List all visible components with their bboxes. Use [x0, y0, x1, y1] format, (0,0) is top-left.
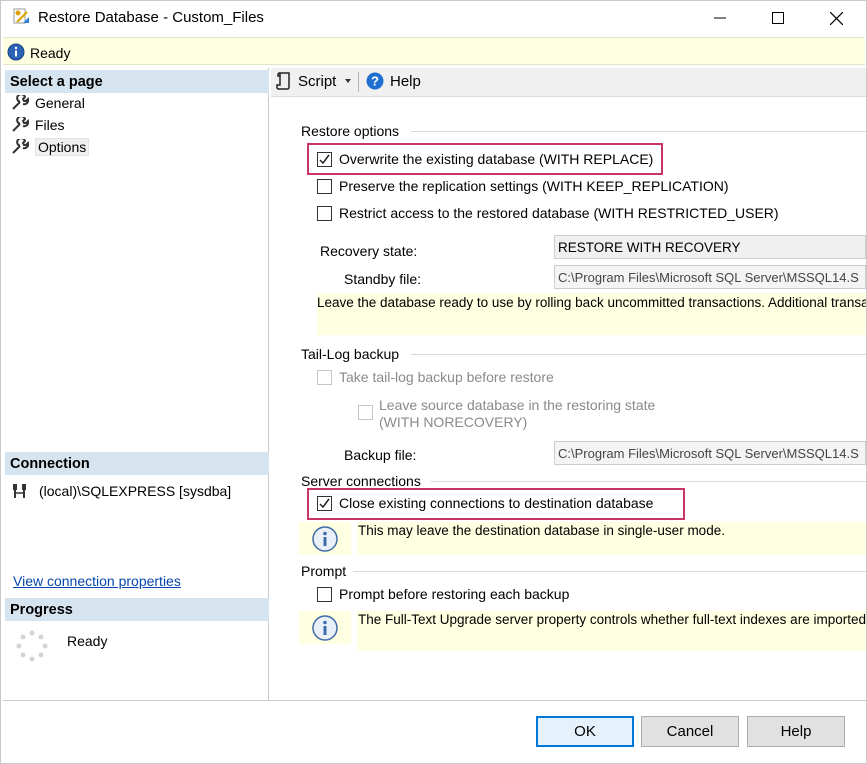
restore-database-window: Restore Database - Custom_Files Ready Se… — [0, 0, 867, 764]
restore-options-title: Restore options — [301, 123, 400, 139]
overwrite-checkbox[interactable]: Overwrite the existing database (WITH RE… — [317, 151, 653, 167]
script-label: Script — [298, 72, 337, 90]
standby-file-field[interactable]: C:\Program Files\Microsoft SQL Server\MS… — [554, 265, 866, 289]
checkbox-box[interactable] — [317, 178, 332, 194]
status-text: Ready — [30, 45, 71, 61]
page-item-label: General — [35, 95, 85, 111]
checkbox-label: Take tail-log backup before restore — [339, 369, 554, 385]
minimize-button[interactable] — [691, 1, 749, 35]
spinner-icon — [16, 630, 48, 662]
restore-database-icon — [13, 8, 29, 24]
checkmark-icon — [319, 154, 330, 164]
checkbox-label: Preserve the replication settings (WITH … — [339, 178, 729, 194]
group-divider — [353, 571, 866, 572]
tail-log-title: Tail-Log backup — [301, 346, 400, 362]
footer-divider — [3, 700, 866, 701]
close-button[interactable] — [807, 1, 865, 35]
checkbox-box[interactable] — [317, 495, 332, 511]
server-connections-note: This may leave the destination database … — [357, 522, 866, 555]
wrench-icon — [12, 117, 29, 132]
backup-file-field[interactable]: C:\Program Files\Microsoft SQL Server\MS… — [554, 441, 866, 465]
select-page-header: Select a page — [5, 70, 269, 93]
leave-source-checkbox[interactable] — [358, 405, 373, 420]
toolbar: Script ? Help — [271, 68, 866, 97]
backup-file-label: Backup file: — [344, 447, 417, 463]
maximize-button[interactable] — [749, 1, 807, 35]
info-icon — [312, 614, 338, 641]
view-connection-properties-link[interactable]: View connection properties — [13, 573, 181, 589]
checkbox-label: Prompt before restoring each backup — [339, 586, 570, 602]
group-divider — [431, 481, 866, 482]
recovery-note: Leave the database ready to use by rolli… — [317, 293, 866, 335]
wrench-icon — [12, 139, 29, 154]
prompt-title: Prompt — [301, 563, 347, 579]
leave-source-label: Leave source database in the restoring s… — [379, 397, 655, 431]
leave-source-line2: (WITH NORECOVERY) — [379, 414, 528, 430]
cancel-button[interactable]: Cancel — [641, 716, 739, 747]
take-tail-log-checkbox[interactable]: Take tail-log backup before restore — [317, 369, 554, 385]
group-divider — [411, 131, 866, 132]
minimize-icon — [714, 17, 726, 19]
close-icon — [829, 11, 843, 25]
page-item-files[interactable]: Files — [11, 115, 65, 135]
server-note-icon-box — [299, 522, 351, 555]
checkbox-label: Close existing connections to destinatio… — [339, 495, 654, 511]
prompt-note-icon-box — [299, 611, 351, 644]
page-item-options[interactable]: Options — [11, 137, 90, 157]
checkbox-box[interactable] — [317, 205, 332, 221]
checkmark-icon — [319, 498, 330, 508]
group-divider — [411, 354, 866, 355]
page-item-general[interactable]: General — [11, 93, 85, 113]
wrench-icon — [12, 95, 29, 110]
info-icon — [312, 525, 338, 552]
checkbox-label: Restrict access to the restored database… — [339, 205, 779, 221]
restrict-access-checkbox[interactable]: Restrict access to the restored database… — [317, 205, 779, 221]
status-bar: Ready — [3, 37, 865, 65]
checkbox-box[interactable] — [317, 586, 332, 602]
page-item-label: Options — [35, 138, 90, 156]
prompt-before-restore-checkbox[interactable]: Prompt before restoring each backup — [317, 586, 569, 602]
server-connections-title: Server connections — [301, 473, 421, 489]
script-button[interactable]: Script — [276, 72, 336, 90]
checkbox-box[interactable] — [317, 151, 332, 167]
standby-file-label: Standby file: — [344, 271, 422, 287]
script-dropdown-arrow-icon[interactable] — [345, 79, 351, 83]
close-connections-checkbox[interactable]: Close existing connections to destinatio… — [317, 495, 653, 511]
prompt-note: The Full-Text Upgrade server property co… — [357, 611, 866, 651]
checkbox-label: Overwrite the existing database (WITH RE… — [339, 151, 654, 167]
recovery-state-select[interactable]: RESTORE WITH RECOVERY — [554, 235, 866, 259]
help-label: Help — [390, 72, 421, 90]
left-panel: Select a page General Files Options Conn… — [3, 68, 269, 700]
leave-source-line1: Leave source database in the restoring s… — [379, 397, 656, 413]
script-icon — [276, 72, 290, 90]
help-icon: ? — [366, 72, 384, 90]
maximize-icon — [772, 12, 784, 24]
progress-header: Progress — [5, 598, 269, 621]
server-connection-icon — [13, 484, 26, 498]
connection-text: (local)\SQLEXPRESS [sysdba] — [39, 483, 232, 499]
ok-button[interactable]: OK — [536, 716, 634, 747]
recovery-state-label: Recovery state: — [320, 243, 418, 259]
progress-status: Ready — [67, 633, 108, 649]
window-title: Restore Database - Custom_Files — [38, 9, 264, 26]
connection-info: (local)\SQLEXPRESS [sysdba] — [11, 482, 231, 500]
info-icon — [7, 43, 25, 61]
title-bar: Restore Database - Custom_Files — [1, 1, 866, 35]
connection-header: Connection — [5, 452, 269, 475]
help-button[interactable]: Help — [747, 716, 845, 747]
page-item-label: Files — [35, 117, 65, 133]
preserve-replication-checkbox[interactable]: Preserve the replication settings (WITH … — [317, 178, 729, 194]
checkbox-box[interactable] — [317, 369, 332, 385]
toolbar-separator — [358, 72, 359, 92]
svg-text:?: ? — [371, 74, 379, 89]
help-toolbar-button[interactable]: ? Help — [366, 72, 421, 90]
